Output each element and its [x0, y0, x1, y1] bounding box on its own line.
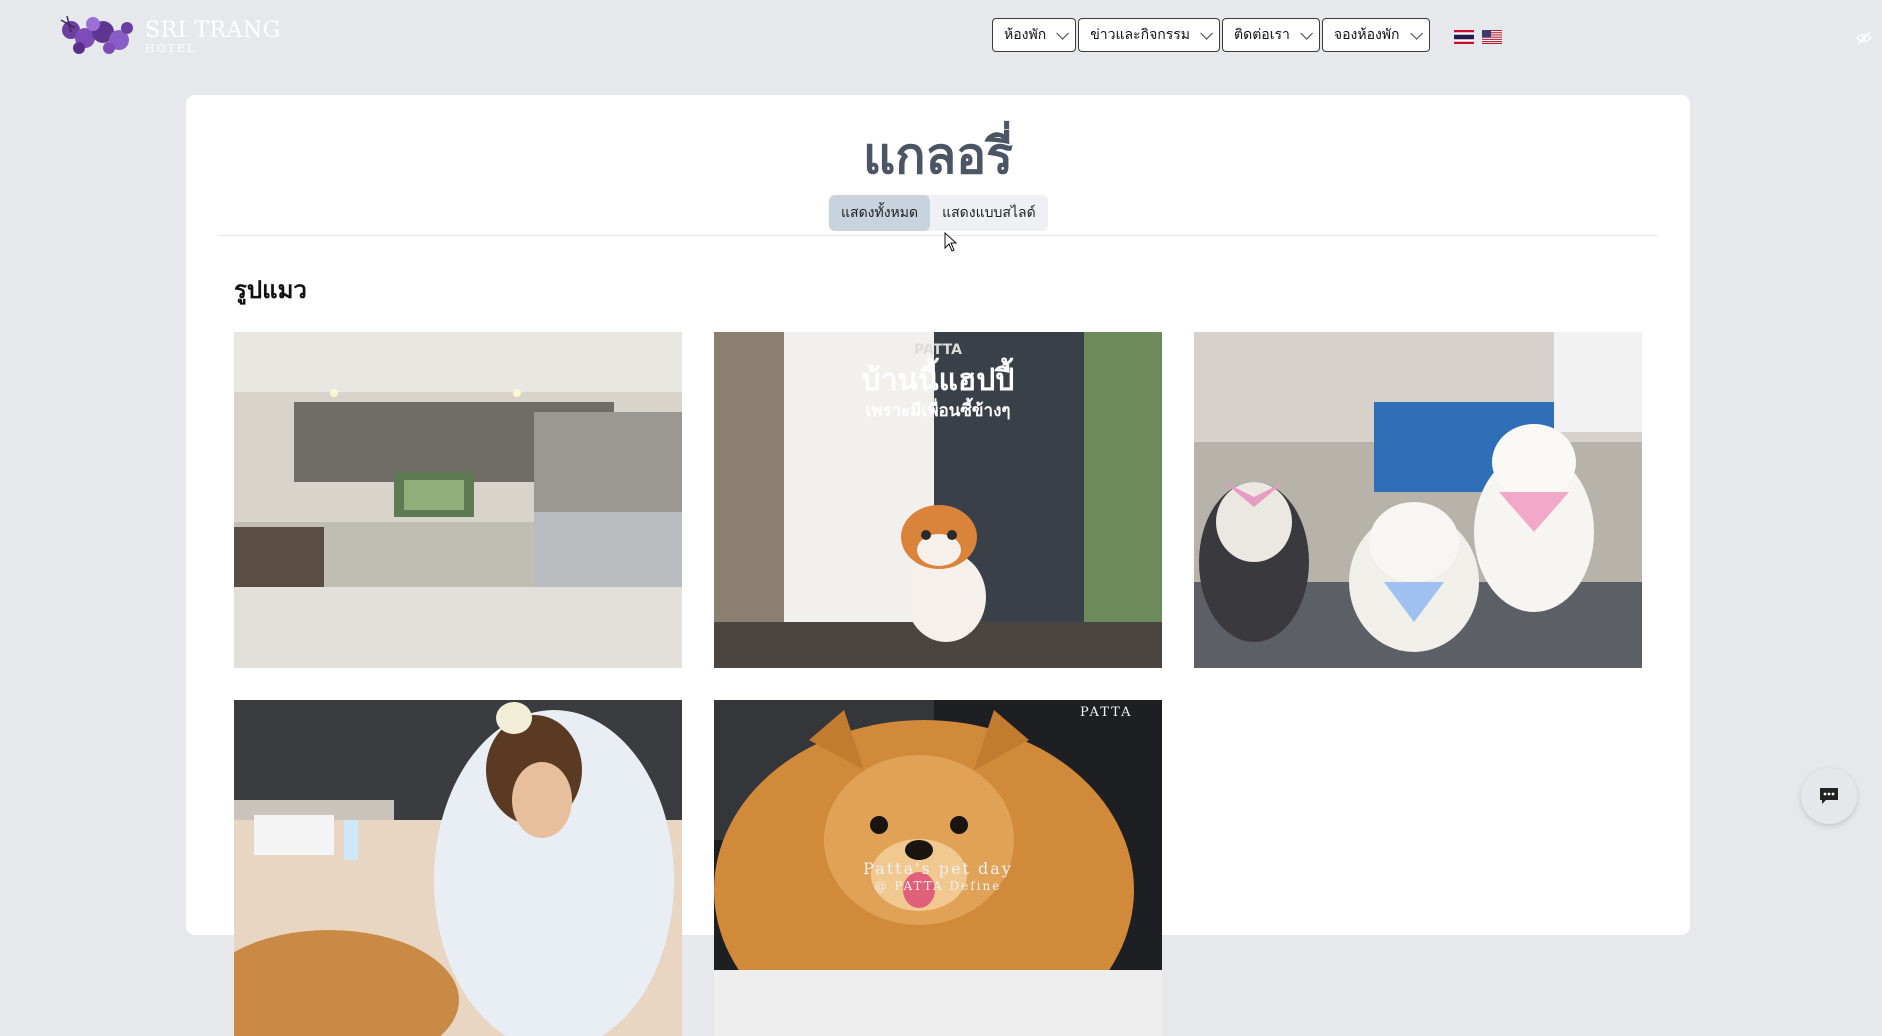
eye-off-icon[interactable] — [1856, 31, 1872, 45]
main-nav: ห้องพัก ข่าวและกิจกรรม ติดต่อเรา จองห้อง… — [992, 18, 1430, 52]
language-switcher — [1454, 30, 1502, 44]
logo-name: SRI TRANG — [145, 18, 281, 43]
chevron-down-icon — [1300, 26, 1313, 40]
gallery-image-cat[interactable]: PATTA บ้านนี้แฮปปี้ เพราะมีเพื่อนซี้ข้างๆ — [714, 332, 1162, 668]
gallery-image-vet[interactable] — [234, 700, 682, 1036]
image-caption: PATTA — [1080, 705, 1133, 720]
orchid-logo-icon — [60, 15, 133, 54]
chevron-down-icon — [1200, 26, 1214, 40]
image-caption: @ PATTA Define — [875, 879, 1002, 893]
image-caption: PATTA — [914, 342, 962, 358]
view-mode-tabs: แสดงทั้งหมด แสดงแบบสไลด์ — [829, 195, 1048, 231]
image-caption: เพราะมีเพื่อนซี้ข้างๆ — [865, 397, 1010, 421]
nav-booking-label: จองห้องพัก — [1333, 27, 1400, 43]
nav-contact-label: ติดต่อเรา — [1234, 27, 1290, 43]
chat-button[interactable] — [1801, 768, 1857, 824]
gallery-image-kitchen[interactable] — [234, 332, 682, 668]
hotel-logo[interactable]: SRI TRANG HOTEL — [57, 14, 281, 56]
nav-news-dropdown[interactable]: ข่าวและกิจกรรม — [1078, 18, 1221, 52]
divider — [218, 235, 1658, 236]
chat-bubble-icon — [1820, 788, 1838, 804]
tab-slideshow[interactable]: แสดงแบบสไลด์ — [930, 195, 1048, 231]
gallery-image-pomeranian[interactable]: PATTA Patta's pet day @ PATTA Define — [714, 700, 1162, 1036]
chevron-down-icon — [1409, 26, 1423, 40]
nav-booking-dropdown[interactable]: จองห้องพัก — [1321, 18, 1430, 52]
gallery-image-dogs[interactable] — [1194, 332, 1642, 668]
mouse-cursor-icon — [944, 232, 958, 252]
logo-subtitle: HOTEL — [145, 42, 197, 55]
image-caption: บ้านนี้แฮปปี้ — [862, 357, 1015, 398]
nav-contact-dropdown[interactable]: ติดต่อเรา — [1222, 18, 1320, 52]
tab-show-all[interactable]: แสดงทั้งหมด — [829, 195, 931, 231]
nav-news-label: ข่าวและกิจกรรม — [1090, 27, 1191, 43]
us-flag-icon[interactable] — [1482, 30, 1502, 44]
nav-rooms-label: ห้องพัก — [1004, 27, 1047, 43]
thai-flag-icon[interactable] — [1454, 30, 1474, 44]
gallery-card: แกลอรี่ แสดงทั้งหมด แสดงแบบสไลด์ รูปแมว — [186, 95, 1690, 1036]
nav-rooms-dropdown[interactable]: ห้องพัก — [992, 18, 1077, 52]
page-title: แกลอรี่ — [862, 127, 1014, 185]
section-title: รูปแมว — [234, 276, 307, 304]
chevron-down-icon — [1056, 26, 1070, 40]
image-caption: Patta's pet day — [863, 859, 1013, 878]
